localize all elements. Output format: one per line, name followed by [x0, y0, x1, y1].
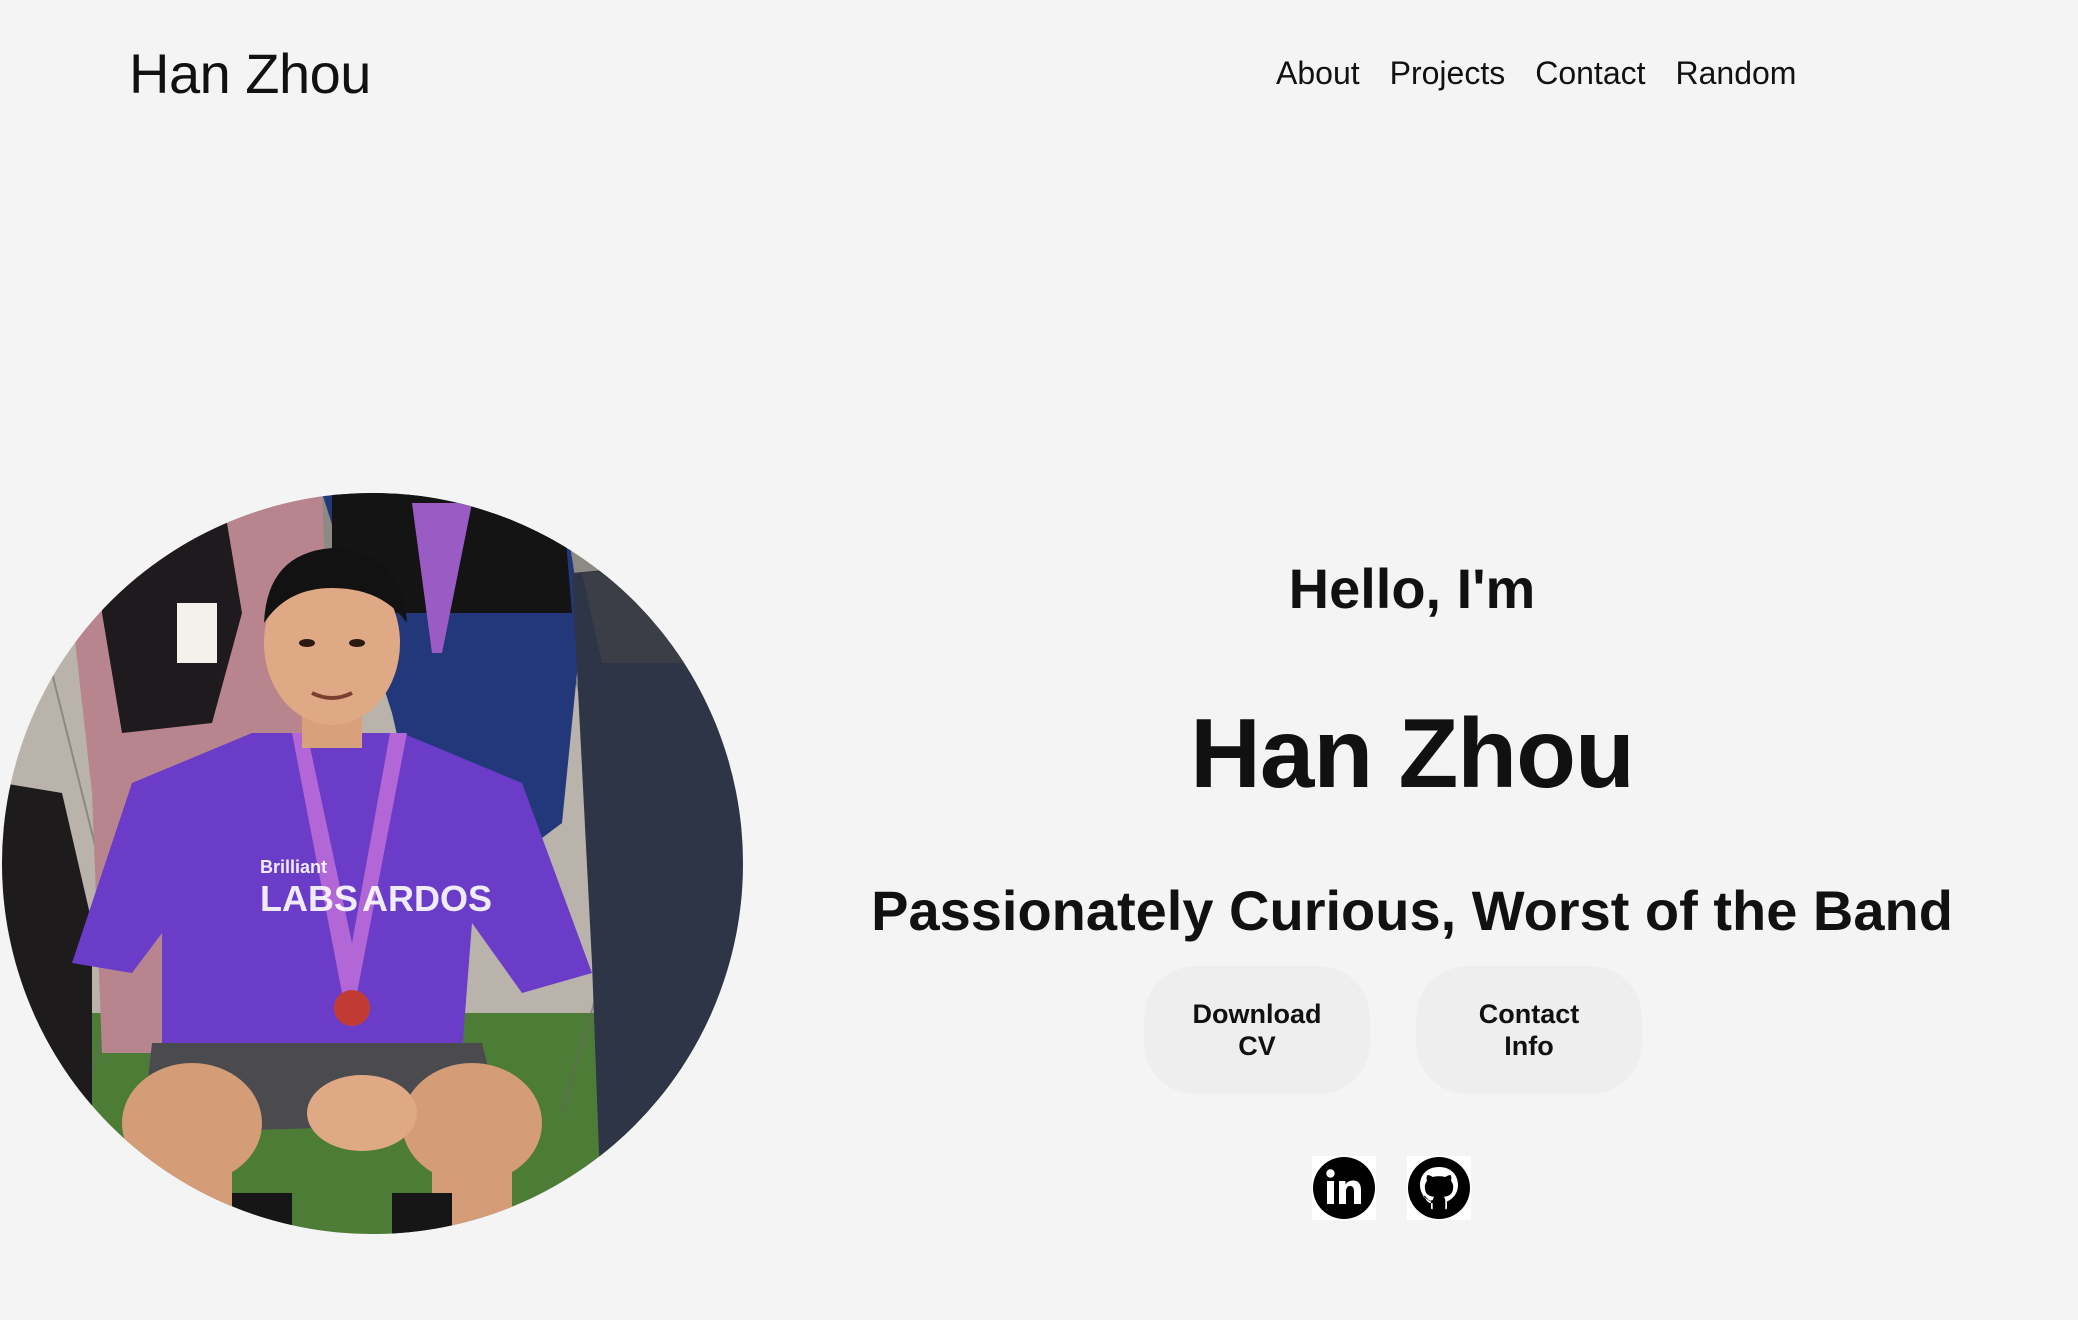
nav-link-projects[interactable]: Projects [1390, 52, 1506, 94]
nav-link-about[interactable]: About [1276, 52, 1360, 94]
svg-text:ARDOS: ARDOS [362, 878, 492, 919]
contact-info-button[interactable]: Contact Info [1417, 967, 1641, 1093]
hero-name: Han Zhou [1190, 698, 1635, 808]
linkedin-link[interactable] [1312, 1156, 1376, 1220]
main-nav: About Projects Contact Random [1276, 52, 1796, 94]
hero-tagline: Passionately Curious, Worst of the Band [871, 879, 1953, 942]
hero-greeting: Hello, I'm [1288, 557, 1536, 620]
nav-link-contact[interactable]: Contact [1535, 52, 1645, 94]
site-header: Han Zhou About Projects Contact Random [0, 0, 2078, 150]
hero-buttons: Download CV Contact Info [1145, 967, 1641, 1093]
github-icon [1407, 1156, 1471, 1220]
social-links [1312, 1156, 1471, 1220]
nav-link-random[interactable]: Random [1676, 52, 1797, 94]
download-cv-button[interactable]: Download CV [1145, 967, 1369, 1093]
profile-photo: LABS ARDOS Brilliant [2, 493, 743, 1234]
linkedin-icon [1312, 1156, 1376, 1220]
svg-text:LABS: LABS [260, 878, 358, 919]
github-link[interactable] [1407, 1156, 1471, 1220]
svg-text:Brilliant: Brilliant [260, 857, 327, 877]
site-title-link[interactable]: Han Zhou [129, 40, 371, 108]
